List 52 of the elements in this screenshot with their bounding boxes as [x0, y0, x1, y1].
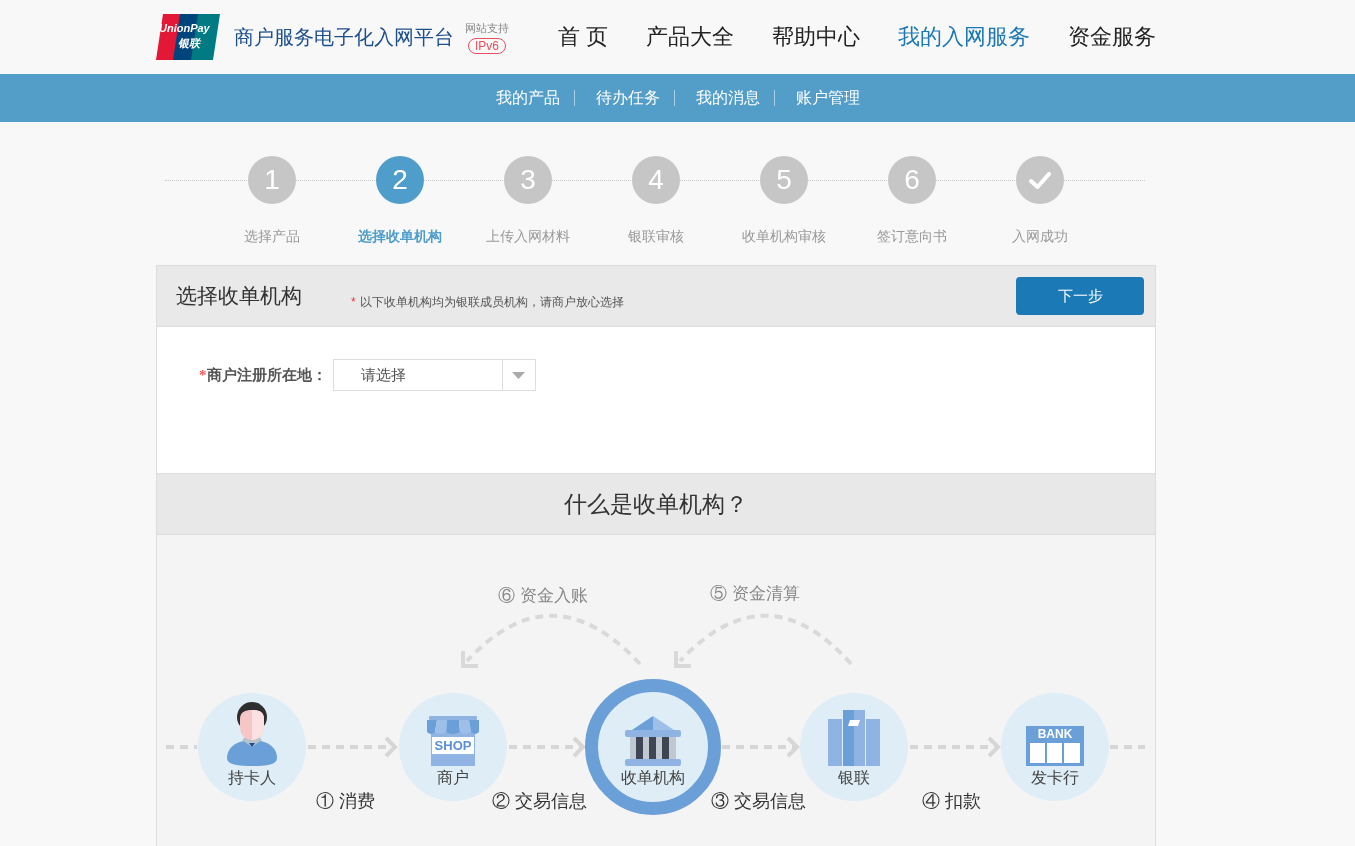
- node-label: 发卡行: [1031, 768, 1079, 788]
- step-indicator: 4: [632, 156, 680, 204]
- office-buildings-icon: [828, 710, 880, 766]
- node-label: 收单机构: [621, 768, 685, 788]
- logo-chinese-text: 银联: [178, 37, 200, 50]
- person-icon: [225, 702, 279, 766]
- required-mark: *: [199, 366, 207, 385]
- flow-label: ⑥ 资金入账: [498, 585, 588, 607]
- note-mark: *: [351, 294, 356, 310]
- region-select[interactable]: 请选择: [332, 359, 536, 391]
- subnav-link[interactable]: 我的消息: [695, 87, 760, 109]
- step-indicator: 6: [888, 156, 936, 204]
- step-label: 银联审核: [628, 227, 684, 246]
- check-icon: [1029, 171, 1051, 189]
- nav-link[interactable]: 首 页: [557, 22, 608, 52]
- step-label: 上传入网材料: [486, 227, 570, 246]
- bank-sign-text: BANK: [1036, 727, 1074, 742]
- flow-label: ⑤ 资金清算: [710, 583, 800, 605]
- subnav-link[interactable]: 账户管理: [795, 87, 860, 109]
- field-label: 商户注册所在地：: [206, 366, 327, 385]
- section-title: 什么是收单机构？: [564, 490, 748, 519]
- ipv6-caption: 网站支持: [465, 22, 509, 35]
- step-label: 选择产品: [244, 227, 300, 246]
- step-label: 收单机构审核: [742, 227, 826, 246]
- bank-front-icon: [1026, 726, 1084, 766]
- step-indicator: 2: [376, 156, 424, 204]
- note-text: 以下收单机构均为银联成员机构，请商户放心选择: [359, 294, 624, 310]
- step-label: 选择收单机构: [358, 227, 442, 246]
- nav-link[interactable]: 我的入网服务: [898, 22, 1030, 52]
- step-indicator: 3: [504, 156, 552, 204]
- step-label: 入网成功: [1012, 227, 1068, 246]
- panel-title: 选择收单机构: [176, 283, 302, 309]
- flow-label: ③ 交易信息: [711, 790, 806, 812]
- shop-sign-text: SHOP: [433, 737, 473, 754]
- node-label: 持卡人: [228, 768, 276, 788]
- caret-down-icon: [512, 371, 525, 379]
- nav-link[interactable]: 资金服务: [1068, 22, 1156, 52]
- nav-link[interactable]: 帮助中心: [772, 22, 860, 52]
- platform-title: 商户服务电子化入网平台: [234, 25, 454, 50]
- flow-label: ② 交易信息: [492, 790, 587, 812]
- flow-label: ① 消费: [316, 790, 375, 812]
- next-step-button[interactable]: 下一步: [1016, 277, 1144, 315]
- node-label: 商户: [437, 768, 469, 788]
- columned-building-icon: [624, 716, 682, 766]
- nav-link[interactable]: 产品大全: [646, 22, 734, 52]
- step-label: 签订意向书: [877, 227, 947, 246]
- subnav-link[interactable]: 待办任务: [595, 87, 660, 109]
- step-indicator: 1: [248, 156, 296, 204]
- flow-label: ④ 扣款: [922, 790, 981, 812]
- node-label: 银联: [838, 768, 870, 788]
- step-indicator: 5: [760, 156, 808, 204]
- subnav-link[interactable]: 我的产品: [495, 87, 560, 109]
